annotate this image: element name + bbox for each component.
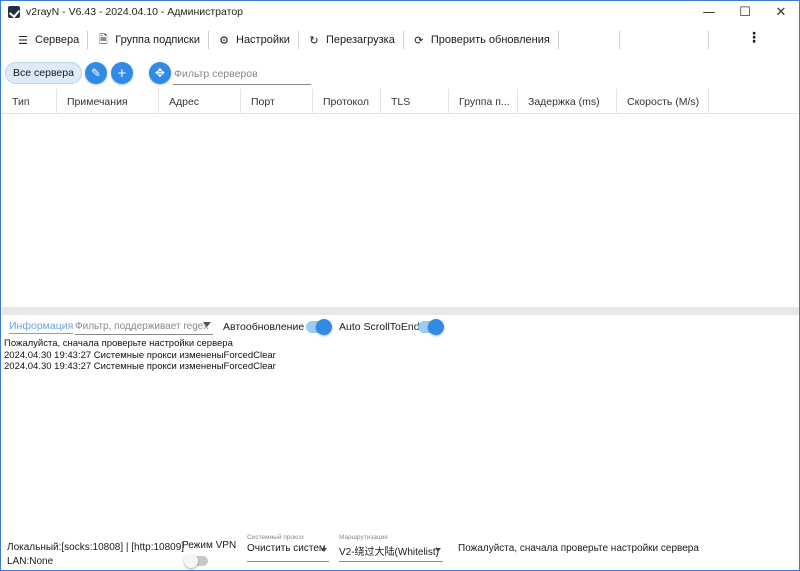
move-server-button[interactable]: ✥ bbox=[148, 62, 171, 84]
routing-caption: Маршрутизация bbox=[339, 534, 388, 541]
reload-icon: ↻ bbox=[309, 33, 319, 47]
toolbar-divider bbox=[87, 31, 89, 49]
toolbar-divider bbox=[557, 31, 559, 49]
column-header-port[interactable]: Порт bbox=[241, 89, 313, 114]
panel-splitter[interactable] bbox=[2, 307, 799, 315]
log-line: 2024.04.30 19:43:27 Системные прокси изм… bbox=[4, 349, 276, 361]
routing-value: V2-绕过大陆(Whitelist) bbox=[339, 547, 440, 558]
column-header-type[interactable]: Тип bbox=[2, 89, 57, 114]
all-servers-chip[interactable]: Все сервера bbox=[5, 62, 82, 84]
toolbar-divider bbox=[297, 31, 299, 49]
toolbar-divider bbox=[208, 31, 209, 49]
add-server-button[interactable]: + bbox=[110, 62, 133, 84]
servers-table[interactable]: Тип Примечания Адрес Порт Протокол TLS Г… bbox=[2, 89, 799, 307]
toolbar-divider bbox=[402, 31, 404, 49]
chevron-down-icon bbox=[435, 548, 441, 552]
system-proxy-select[interactable]: Системный прокси Очистить систем bbox=[247, 534, 329, 562]
log-output[interactable]: Пожалуйста, сначала проверьте настройки … bbox=[4, 338, 794, 373]
column-header-group[interactable]: Группа п... bbox=[449, 89, 518, 114]
check-updates-button[interactable]: ⟳ Проверить обновления bbox=[405, 26, 557, 54]
update-icon: ⟳ bbox=[414, 33, 424, 47]
log-line: 2024.04.30 19:43:27 Системные прокси изм… bbox=[4, 361, 276, 372]
app-logo-icon bbox=[8, 6, 20, 18]
server-actions-row: Все сервера ✎ + ✥ Фильтр серверов bbox=[1, 57, 799, 89]
title-bar: v2rayN - V6.43 - 2024.04.10 - Администра… bbox=[1, 1, 799, 23]
subscription-group-button[interactable]: 🗎 Группа подписки bbox=[89, 26, 207, 54]
maximize-button[interactable]: ☐ bbox=[727, 1, 763, 23]
log-controls: Информация Фильтр, поддерживает regex Ав… bbox=[1, 317, 799, 337]
column-header-tls[interactable]: TLS bbox=[381, 89, 449, 114]
move-icon: ✥ bbox=[154, 66, 165, 80]
select-underline bbox=[247, 561, 329, 562]
subscription-group-label: Группа подписки bbox=[115, 34, 200, 46]
autoscroll-label: Auto ScrollToEnd bbox=[339, 321, 420, 333]
column-header-protocol[interactable]: Протокол bbox=[313, 89, 381, 114]
autoupdate-label: Автообновление bbox=[223, 321, 305, 333]
routing-select[interactable]: Маршрутизация V2-绕过大陆(Whitelist) bbox=[339, 534, 443, 562]
lan-status-text: LAN:None bbox=[7, 556, 54, 567]
edit-server-button[interactable]: ✎ bbox=[84, 62, 107, 84]
table-header: Тип Примечания Адрес Порт Протокол TLS Г… bbox=[2, 89, 799, 114]
chevron-down-icon bbox=[321, 548, 327, 552]
plus-icon: + bbox=[116, 66, 127, 80]
log-line: Пожалуйста, сначала проверьте настройки … bbox=[4, 338, 233, 349]
log-filter-placeholder: Фильтр, поддерживает regex bbox=[75, 321, 209, 332]
column-header-speed[interactable]: Скорость (M/s) bbox=[617, 89, 709, 114]
vpn-mode-label: Режим VPN bbox=[182, 540, 237, 551]
reload-button[interactable]: ↻ Перезагрузка bbox=[300, 26, 402, 54]
toolbar-empty-slot[interactable] bbox=[621, 26, 707, 54]
system-proxy-value: Очистить систем bbox=[247, 543, 326, 554]
toolbar-empty-slot[interactable] bbox=[560, 26, 618, 54]
check-updates-label: Проверить обновления bbox=[430, 34, 550, 46]
servers-menu-button[interactable]: ☰ Сервера bbox=[9, 26, 86, 54]
toolbar-divider bbox=[707, 31, 709, 49]
autoscroll-toggle[interactable] bbox=[418, 319, 444, 335]
column-header-remarks[interactable]: Примечания bbox=[57, 89, 159, 114]
local-ports-text: Локальный:[socks:10808] | [http:10809] bbox=[7, 542, 185, 553]
reload-label: Перезагрузка bbox=[325, 34, 395, 46]
tab-information[interactable]: Информация bbox=[9, 320, 74, 334]
vpn-mode-toggle[interactable] bbox=[184, 554, 208, 568]
settings-button[interactable]: ⚙ Настройки bbox=[210, 26, 297, 54]
column-header-latency[interactable]: Задержка (ms) bbox=[518, 89, 617, 114]
log-filter-input[interactable]: Фильтр, поддерживает regex bbox=[75, 319, 213, 335]
minimize-button[interactable]: — bbox=[691, 1, 727, 23]
more-options-icon[interactable]: ⋮ bbox=[747, 30, 761, 44]
system-proxy-caption: Системный прокси bbox=[247, 534, 304, 541]
app-window: v2rayN - V6.43 - 2024.04.10 - Администра… bbox=[0, 0, 800, 571]
settings-label: Настройки bbox=[236, 34, 290, 46]
autoupdate-toggle[interactable] bbox=[306, 319, 332, 335]
toolbar-divider bbox=[618, 31, 620, 49]
status-message: Пожалуйста, сначала проверьте настройки … bbox=[458, 543, 699, 554]
servers-icon: ☰ bbox=[18, 33, 28, 47]
pencil-icon: ✎ bbox=[90, 66, 101, 80]
window-controls: — ☐ ✕ bbox=[691, 1, 799, 23]
close-button[interactable]: ✕ bbox=[763, 1, 799, 23]
main-toolbar: ☰ Сервера 🗎 Группа подписки ⚙ Настройки … bbox=[1, 25, 799, 55]
column-header-address[interactable]: Адрес bbox=[159, 89, 241, 114]
gear-icon: ⚙ bbox=[219, 33, 229, 47]
window-title: v2rayN - V6.43 - 2024.04.10 - Администра… bbox=[26, 6, 243, 18]
server-filter-input[interactable]: Фильтр серверов bbox=[173, 63, 311, 85]
select-underline bbox=[339, 561, 443, 562]
servers-menu-label: Сервера bbox=[35, 34, 80, 46]
chevron-down-icon[interactable] bbox=[203, 322, 211, 327]
status-bar: Локальный:[socks:10808] | [http:10809] L… bbox=[1, 534, 799, 570]
subscription-icon: 🗎 bbox=[98, 32, 108, 46]
